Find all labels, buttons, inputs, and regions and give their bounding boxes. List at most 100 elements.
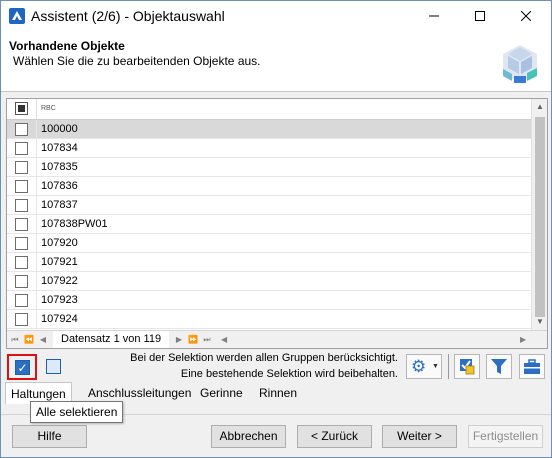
tab-gerinne[interactable]: Gerinne [200,382,243,404]
filter-button[interactable] [486,354,512,379]
row-checkbox[interactable] [15,313,28,326]
row-checkbox-cell [7,215,37,234]
row-checkbox-cell [7,272,37,291]
scroll-up-icon[interactable]: ▲ [532,99,548,115]
wizard-window: Assistent (2/6) - Objektauswahl Vorhande… [0,0,552,458]
row-checkbox[interactable] [15,237,28,250]
table-row[interactable]: 107838PW01 [7,215,531,234]
row-object-id: 107920 [41,237,78,249]
table-row[interactable]: 107921 [7,253,531,272]
row-checkbox-cell [7,196,37,215]
close-icon [520,10,532,22]
last-record-icon[interactable]: ⏭ [202,333,212,346]
row-checkbox[interactable] [15,199,28,212]
prev-page-icon[interactable]: ⏪ [24,333,34,346]
deselect-all-button[interactable] [42,356,66,378]
row-checkbox[interactable] [15,218,28,231]
scroll-left-icon[interactable]: ◀ [221,333,231,346]
scroll-right-icon[interactable]: ▶ [520,333,530,346]
cube-logo-icon [503,45,537,83]
gear-icon: ⚙ [411,357,427,376]
row-checkbox[interactable] [15,275,28,288]
toolbox-button[interactable] [519,354,545,379]
row-checkbox-cell [7,120,37,139]
minimize-button[interactable] [411,1,457,31]
chevron-down-icon: ▼ [432,363,439,370]
row-checkbox-cell [7,310,37,329]
table-row[interactable]: 107835 [7,158,531,177]
grid-header: RBC [7,99,531,120]
cancel-button[interactable]: Abbrechen [211,425,286,448]
wizard-header: Vorhandene Objekte Wählen Sie die zu bea… [1,31,551,91]
table-row[interactable]: 107834 [7,139,531,158]
selection-info-line1: Bei der Selektion werden allen Gruppen b… [130,352,398,364]
selection-info-line2: Eine bestehende Selektion wird beibehalt… [180,368,398,380]
row-object-id: 107835 [41,161,78,173]
row-checkbox-cell [7,158,37,177]
tab-rinnen[interactable]: Rinnen [259,382,297,404]
row-object-id: 107923 [41,294,78,306]
objects-grid[interactable]: RBC 100000 107834 107835 107836 107837 107838… [6,98,548,349]
first-record-icon[interactable]: ⏮ [10,333,20,346]
toolbar-separator [448,354,449,379]
table-row[interactable]: 107920 [7,234,531,253]
title-bar: Assistent (2/6) - Objektauswahl [1,1,551,31]
finish-button[interactable]: Fertigstellen [468,425,543,448]
row-checkbox[interactable] [15,256,28,269]
checkbox-checked-icon: ✓ [15,360,30,375]
row-checkbox[interactable] [15,123,28,136]
page-title: Vorhandene Objekte [9,39,125,53]
close-button[interactable] [503,1,549,31]
table-row[interactable]: 107924 [7,310,531,329]
grid-rows: 100000 107834 107835 107836 107837 107838PW01… [7,120,531,329]
text-column-icon: RBC [41,105,56,112]
scroll-down-icon[interactable]: ▼ [532,314,548,330]
page-subtitle: Wählen Sie die zu bearbeitenden Objekte … [13,54,261,68]
row-checkbox-cell [7,291,37,310]
row-object-id: 107921 [41,256,78,268]
row-object-id: 107922 [41,275,78,287]
filter-icon [491,359,507,374]
row-checkbox-cell [7,253,37,272]
header-separator [1,91,551,92]
row-object-id: 107837 [41,199,78,211]
vertical-scrollbar[interactable]: ▲ ▼ [531,99,547,330]
help-button[interactable]: Hilfe [12,425,87,448]
checklist-icon [460,359,475,375]
row-checkbox[interactable] [15,142,28,155]
back-button[interactable]: < Zurück [297,425,372,448]
next-record-icon[interactable]: ▶ [174,333,184,346]
row-checkbox-cell [7,177,37,196]
row-object-id: 100000 [41,123,78,135]
row-checkbox[interactable] [15,294,28,307]
app-icon [9,8,25,24]
next-page-icon[interactable]: ⏩ [188,333,198,346]
checkbox-empty-icon [46,359,61,374]
table-row[interactable]: 107836 [7,177,531,196]
selection-info: Bei der Selektion werden allen Gruppen b… [113,350,398,382]
prev-record-icon[interactable]: ◀ [38,333,48,346]
check-selection-button[interactable] [454,354,480,379]
next-button[interactable]: Weiter > [382,425,457,448]
table-row[interactable]: 107923 [7,291,531,310]
maximize-icon [475,11,485,21]
scroll-thumb[interactable] [535,117,545,317]
row-checkbox-cell [7,139,37,158]
row-object-id: 107834 [41,142,78,154]
row-checkbox[interactable] [15,180,28,193]
maximize-button[interactable] [457,1,503,31]
window-title: Assistent (2/6) - Objektauswahl [31,8,225,24]
row-checkbox[interactable] [15,161,28,174]
table-row[interactable]: 100000 [7,120,531,139]
settings-dropdown-button[interactable]: ⚙ ▼ [406,354,442,379]
table-row[interactable]: 107922 [7,272,531,291]
tooltip: Alle selektieren [30,401,124,423]
table-row[interactable]: 107837 [7,196,531,215]
record-navigator: ⏮ ⏪ ◀ Datensatz 1 von 119 ▶ ⏩ ⏭ ◀ ▶ [7,330,547,348]
row-checkbox-cell [7,234,37,253]
row-object-id: 107836 [41,180,78,192]
row-object-id: 107924 [41,313,78,325]
minimize-icon [429,15,439,17]
select-all-button[interactable]: ✓ [7,354,37,380]
select-all-header-checkbox[interactable] [15,102,28,115]
